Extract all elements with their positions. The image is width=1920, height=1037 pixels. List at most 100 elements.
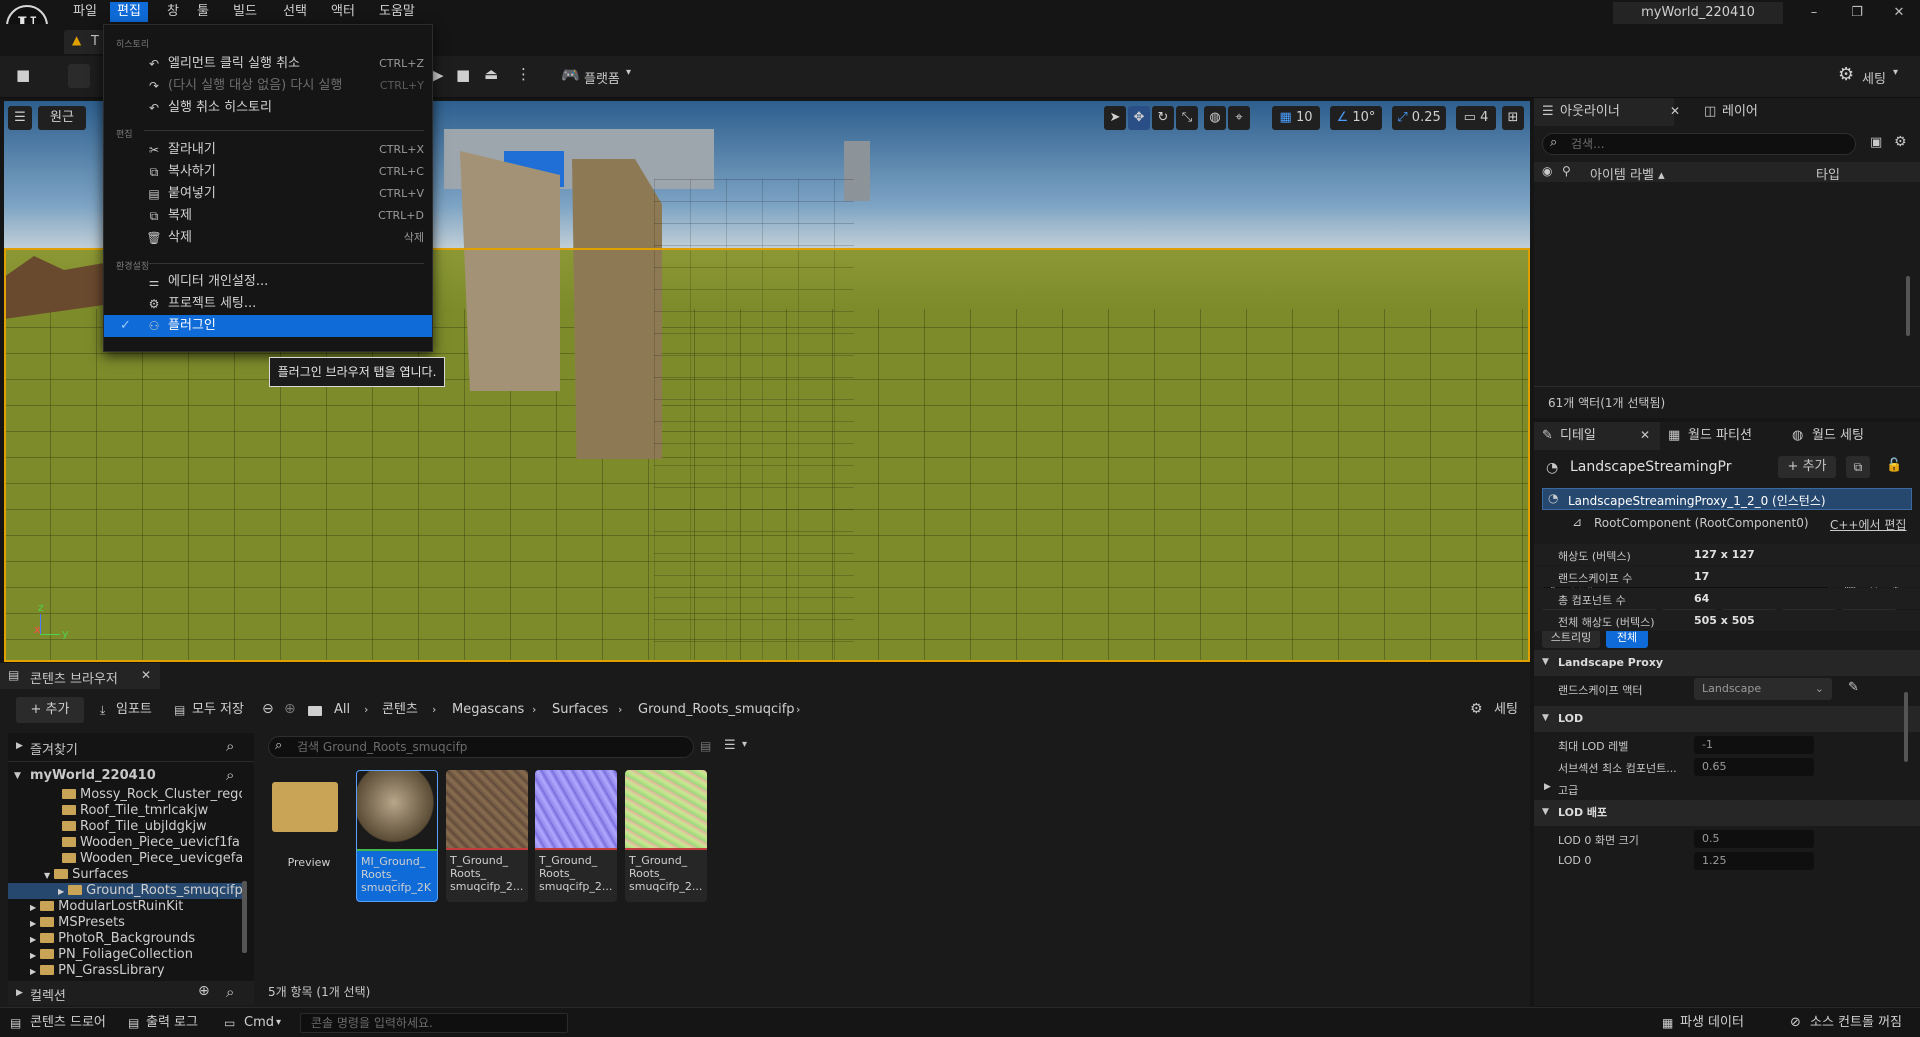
forward-icon[interactable]: ⊕	[284, 701, 296, 717]
edit-cpp-link[interactable]: C++에서 편집	[1830, 516, 1906, 533]
lock-icon[interactable]: 🔓	[1886, 458, 1902, 473]
play-icon[interactable]: ▶	[432, 66, 444, 84]
menu-item-3[interactable]: 툴	[190, 2, 216, 22]
menu-item-7[interactable]: 도움말	[372, 2, 422, 22]
scale-tool-icon[interactable]: ⤡	[1176, 106, 1198, 130]
filter-chip[interactable]: 스트리밍	[1542, 628, 1600, 648]
menu-option-7[interactable]: 🗑 삭제 삭제	[104, 227, 432, 249]
menu-option-6[interactable]: ⧉ 복제 CTRL+D	[104, 205, 432, 227]
asset-search-input[interactable]: 검색 Ground_Roots_smuqcifp	[268, 736, 694, 758]
section-landscape-proxy[interactable]: Landscape Proxy	[1534, 650, 1920, 676]
details-scrollbar[interactable]	[1904, 692, 1908, 762]
tree-item[interactable]: ▶ MSPresets	[8, 915, 242, 931]
save-all-button[interactable]: 모두 저장	[192, 697, 244, 723]
tree-item[interactable]: ▶ PhotoR_Backgrounds	[8, 931, 242, 947]
max-lod-input[interactable]: -1	[1694, 736, 1814, 754]
root-component[interactable]: RootComponent (RootComponent0)	[1594, 516, 1809, 530]
rotation-snap-button[interactable]: ∠ 10°	[1330, 106, 1382, 130]
menu-option-5[interactable]: ▤ 붙여넣기 CTRL+V	[104, 183, 432, 205]
lod0-input[interactable]: 1.25	[1694, 852, 1814, 870]
column-item-label[interactable]: 아이템 라벨 ▴	[1590, 164, 1665, 183]
grid-snap-button[interactable]: ▦ 10	[1272, 106, 1320, 130]
subsection-input[interactable]: 0.65	[1694, 758, 1814, 776]
layout-icon[interactable]: ⊞	[1502, 106, 1524, 130]
add-component-button[interactable]: + 추가	[1778, 456, 1836, 478]
world-space-icon[interactable]: ◍	[1204, 106, 1226, 130]
minimize-icon[interactable]: –	[1799, 4, 1829, 22]
lod0-screen-input[interactable]: 0.5	[1694, 830, 1814, 848]
select-tool-icon[interactable]: ➤	[1104, 106, 1126, 130]
add-button[interactable]: + 추가	[16, 697, 84, 723]
menu-option-9[interactable]: ⚙ 프로젝트 세팅...	[104, 293, 432, 315]
save-search-icon[interactable]: ▤	[700, 739, 711, 753]
section-lod[interactable]: LOD	[1534, 706, 1920, 732]
menu-option-4[interactable]: ⧉ 복사하기 CTRL+C	[104, 161, 432, 183]
landscape-actor-dropdown[interactable]: Landscape ⌄	[1694, 678, 1832, 700]
cb-settings-button[interactable]: 세팅	[1494, 697, 1518, 723]
maximize-icon[interactable]: ❐	[1842, 4, 1872, 22]
menu-option-8[interactable]: ⚌ 에디터 개인설정...	[104, 271, 432, 293]
mode-button[interactable]	[68, 64, 90, 88]
translate-tool-icon[interactable]: ✥	[1128, 106, 1150, 130]
column-type[interactable]: 타입	[1816, 164, 1840, 183]
asset-tile[interactable]: T_Ground_ Roots_ smuqcifp_2...	[446, 770, 528, 902]
import-button[interactable]: 임포트	[116, 697, 152, 723]
advanced-toggle[interactable]: 고급	[1558, 782, 1578, 798]
tree-item[interactable]: ▶ PN_GrassLibrary	[8, 963, 242, 979]
breadcrumb-item[interactable]: Megascans	[452, 697, 524, 723]
tree-scrollbar[interactable]	[242, 881, 247, 953]
tree-item[interactable]: ▶ PN_FoliageCollection	[8, 947, 242, 963]
cmd-dropdown[interactable]: Cmd	[244, 1013, 274, 1033]
close-icon[interactable]: ✕	[1640, 428, 1650, 442]
scale-snap-button[interactable]: ⤢ 0.25	[1392, 106, 1446, 130]
derived-data-button[interactable]: 파생 데이터	[1680, 1013, 1744, 1033]
gear-icon[interactable]: ⚙	[1894, 134, 1907, 150]
search-icon[interactable]: ⌕	[226, 983, 234, 1001]
platform-button[interactable]: 플랫폼	[584, 68, 620, 87]
menu-option-0[interactable]: ↶ 엘리먼트 클릭 실행 취소 CTRL+Z	[104, 53, 432, 75]
output-log-button[interactable]: 출력 로그	[146, 1013, 198, 1033]
tree-item[interactable]: ▼ Surfaces	[8, 867, 242, 883]
eject-icon[interactable]: ⏏	[484, 65, 498, 83]
asset-tile[interactable]: T_Ground_ Roots_ smuqcifp_2...	[625, 770, 707, 902]
actor-name[interactable]: LandscapeStreamingProxy_1_	[1570, 459, 1732, 475]
favorites-section[interactable]: 즐겨찾기	[30, 739, 78, 758]
search-icon[interactable]: ⌕	[226, 737, 234, 755]
content-drawer-button[interactable]: 콘텐츠 드로어	[30, 1013, 106, 1033]
world-tab[interactable]: myWorld_220410	[1613, 2, 1783, 24]
tree-item[interactable]: Roof_Tile_ubjldgkjw	[8, 819, 242, 835]
project-root[interactable]: myWorld_220410	[30, 768, 156, 783]
tree-item[interactable]: Wooden_Piece_uevicgefa	[8, 851, 242, 867]
tree-item[interactable]: Roof_Tile_tmrlcakjw	[8, 803, 242, 819]
viewport-menu-icon[interactable]: ☰	[8, 106, 32, 130]
outliner-search-input[interactable]: 검색...	[1542, 133, 1856, 155]
menu-option-10[interactable]: ✓ ⚇ 플러그인	[104, 315, 432, 337]
breadcrumb-item[interactable]: Surfaces	[552, 697, 608, 723]
menu-item-5[interactable]: 선택	[276, 2, 314, 22]
tree-item[interactable]: ▶ ModularLostRuinKit	[8, 899, 242, 915]
world-settings-tab[interactable]: 월드 세팅	[1812, 422, 1864, 450]
asset-tile[interactable]: T_Ground_ Roots_ smuqcifp_2...	[535, 770, 617, 902]
blueprint-icon[interactable]: ⧉	[1846, 456, 1870, 478]
menu-item-6[interactable]: 액터	[324, 2, 362, 22]
tree-item[interactable]: Wooden_Piece_uevicf1fa	[8, 835, 242, 851]
breadcrumb-item[interactable]: Ground_Roots_smuqcifp	[638, 697, 795, 723]
menu-item-1[interactable]: 편집	[110, 2, 148, 22]
rotate-tool-icon[interactable]: ↻	[1152, 106, 1174, 130]
menu-option-2[interactable]: ↶ 실행 취소 히스토리	[104, 97, 432, 119]
asset-tile[interactable]: MI_Ground_ Roots_ smuqcifp_2K	[356, 770, 438, 902]
outliner-scrollbar[interactable]	[1906, 276, 1910, 336]
world-partition-tab[interactable]: 월드 파티션	[1688, 422, 1752, 450]
search-icon[interactable]: ⌕	[226, 766, 234, 784]
close-icon[interactable]: ✕	[1670, 104, 1680, 118]
menu-option-3[interactable]: ✂ 잘라내기 CTRL+X	[104, 139, 432, 161]
menu-item-4[interactable]: 빌드	[226, 2, 264, 22]
save-icon[interactable]: ■	[16, 66, 30, 84]
add-folder-icon[interactable]: ▣	[1870, 135, 1882, 150]
source-control-button[interactable]: 소스 컨트롤 꺼짐	[1810, 1013, 1902, 1033]
menu-option-1[interactable]: ↷ (다시 실행 대상 없음) 다시 실행 CTRL+Y	[104, 75, 432, 97]
breadcrumb-item[interactable]: All	[334, 697, 350, 723]
collections-section[interactable]: 컬렉션	[30, 985, 66, 1004]
stop-icon[interactable]: ■	[456, 66, 470, 84]
section-lod-distribution[interactable]: LOD 배포	[1534, 800, 1920, 826]
